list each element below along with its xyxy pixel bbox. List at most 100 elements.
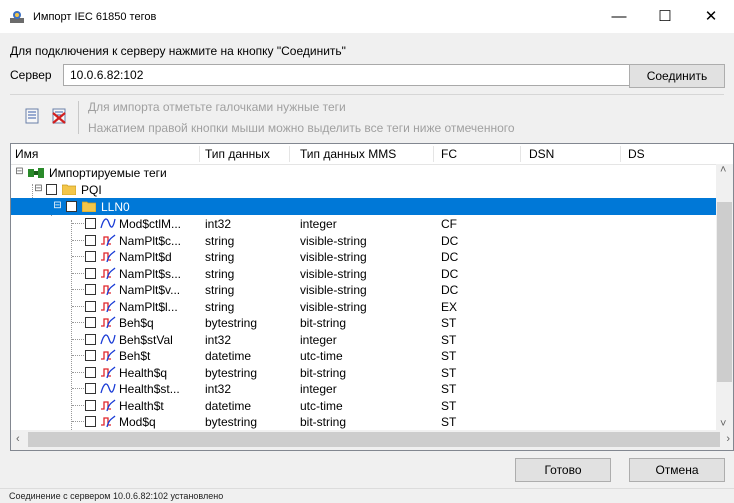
tag-row[interactable]: Health$t datetime utc-time ST — [11, 397, 733, 414]
analog-signal-icon — [100, 383, 116, 394]
collapse-icon[interactable]: ⊟ — [53, 201, 62, 211]
discrete-signal-icon — [101, 316, 116, 329]
close-button[interactable]: ✕ — [688, 0, 734, 33]
tag-row[interactable]: NamPlt$l... string visible-string EX — [11, 298, 733, 315]
tag-mms-type: bit-string — [300, 316, 347, 330]
tree-guide — [72, 371, 86, 373]
scroll-down-icon[interactable]: ˅ — [720, 418, 726, 430]
minimize-button[interactable]: — — [596, 0, 642, 33]
tag-name: Beh$q — [119, 316, 154, 330]
tag-name: NamPlt$c... — [119, 233, 182, 248]
tag-row[interactable]: NamPlt$d string visible-string DC — [11, 248, 733, 265]
col-divider — [520, 146, 521, 162]
tag-name: NamPlt$v... — [119, 283, 181, 297]
tag-row[interactable]: NamPlt$v... string visible-string DC — [11, 281, 733, 298]
tag-fc: DC — [441, 233, 459, 248]
tree-root-row[interactable]: ⊟ Импортируемые теги — [11, 164, 733, 181]
connect-button[interactable]: Соединить — [629, 64, 725, 88]
tag-name: Mod$q — [119, 415, 156, 429]
col-divider — [620, 146, 621, 162]
tag-checkbox[interactable] — [85, 234, 96, 246]
folder-icon — [82, 201, 96, 212]
tag-row[interactable]: NamPlt$c... string visible-string DC — [11, 232, 733, 249]
tag-checkbox[interactable] — [85, 399, 96, 411]
scroll-left-icon[interactable]: ‹ — [16, 433, 20, 445]
check-list-icon[interactable] — [24, 108, 40, 124]
maximize-button[interactable]: ☐ — [642, 0, 688, 33]
tree-guide — [72, 322, 86, 323]
tag-mms-type: bit-string — [300, 365, 347, 380]
tag-name: Beh$t — [119, 349, 151, 363]
tree-guide — [72, 223, 86, 224]
scroll-right-icon[interactable]: › — [726, 433, 730, 445]
horizontal-scroll-thumb[interactable] — [28, 432, 720, 447]
tag-checkbox[interactable] — [85, 333, 96, 345]
vertical-scroll-thumb[interactable] — [717, 202, 732, 382]
tree-node-row[interactable]: ⊟ LLN0 — [11, 198, 733, 215]
tag-type: bytestring — [205, 365, 258, 380]
tag-row[interactable]: Mod$ctlM... int32 integer CF — [11, 215, 733, 232]
done-button[interactable]: Готово — [515, 458, 611, 482]
tag-type: bytestring — [205, 316, 258, 330]
tag-type: string — [205, 299, 235, 314]
tag-mms-type: utc-time — [300, 398, 343, 413]
tag-checkbox[interactable] — [85, 284, 96, 295]
tag-checkbox[interactable] — [85, 416, 96, 427]
tag-row[interactable]: Beh$t datetime utc-time ST — [11, 347, 733, 364]
tag-mms-type: integer — [300, 217, 337, 231]
uncheck-list-icon[interactable] — [51, 108, 67, 124]
tag-row[interactable]: Health$q bytestring bit-string ST — [11, 364, 733, 381]
tag-checkbox[interactable] — [85, 300, 96, 312]
tag-fc: DC — [441, 283, 459, 297]
tree-checkbox[interactable] — [46, 184, 57, 195]
discrete-signal-icon — [101, 399, 116, 411]
tag-row[interactable]: Beh$q bytestring bit-string ST — [11, 314, 733, 331]
tree-checkbox[interactable] — [66, 201, 77, 212]
tag-name: NamPlt$d — [119, 250, 172, 264]
column-header: Имя Тип данных Тип данных MMS FC DSN DS — [11, 144, 733, 165]
col-ds[interactable]: DS — [628, 147, 645, 161]
col-fc[interactable]: FC — [441, 147, 457, 161]
tag-fc: DC — [441, 266, 459, 281]
tag-type: int32 — [205, 382, 232, 396]
server-label: Сервер — [10, 68, 52, 82]
horizontal-scrollbar[interactable]: ‹ › — [11, 430, 733, 450]
tree-guide — [72, 305, 86, 307]
tag-mms-type: integer — [300, 382, 337, 396]
tree-guide — [72, 256, 86, 257]
tag-row[interactable]: NamPlt$s... string visible-string DC — [11, 265, 733, 282]
tag-checkbox[interactable] — [85, 383, 96, 394]
scroll-up-icon[interactable]: ˄ — [720, 164, 726, 176]
col-mms-type[interactable]: Тип данных MMS — [300, 147, 396, 161]
tag-checkbox[interactable] — [85, 251, 96, 262]
collapse-icon[interactable]: ⊟ — [15, 167, 24, 177]
tag-mms-type: integer — [300, 332, 337, 347]
tree-guide — [72, 388, 86, 389]
cancel-button[interactable]: Отмена — [629, 458, 725, 482]
discrete-signal-icon — [101, 366, 116, 378]
col-name[interactable]: Имя — [15, 147, 38, 161]
tag-type: string — [205, 233, 235, 248]
col-type[interactable]: Тип данных — [205, 147, 270, 161]
col-dsn[interactable]: DSN — [529, 147, 554, 161]
tag-name: Health$st... — [119, 382, 180, 396]
collapse-icon[interactable]: ⊟ — [34, 184, 43, 194]
tag-type: string — [205, 250, 235, 264]
tag-row[interactable]: Mod$q bytestring bit-string ST — [11, 413, 733, 430]
tag-fc: ST — [441, 316, 457, 330]
tag-checkbox[interactable] — [85, 366, 96, 378]
tree-device-row[interactable]: ⊟ PQI — [11, 181, 733, 198]
tag-type: datetime — [205, 349, 252, 363]
server-input[interactable] — [63, 64, 635, 86]
vertical-scrollbar[interactable]: ˄ ˅ — [716, 164, 733, 430]
discrete-signal-icon — [101, 415, 116, 428]
tag-checkbox[interactable] — [85, 317, 96, 328]
tag-checkbox[interactable] — [85, 350, 96, 361]
hint-line-1: Для импорта отметьте галочками нужные те… — [88, 100, 346, 114]
tag-row[interactable]: Health$st... int32 integer ST — [11, 380, 733, 397]
tags-tree[interactable]: Имя Тип данных Тип данных MMS FC DSN DS … — [10, 143, 734, 451]
tag-checkbox[interactable] — [85, 218, 96, 229]
tag-row[interactable]: Beh$stVal int32 integer ST — [11, 331, 733, 348]
tag-checkbox[interactable] — [85, 267, 96, 279]
discrete-signal-icon — [101, 267, 116, 279]
